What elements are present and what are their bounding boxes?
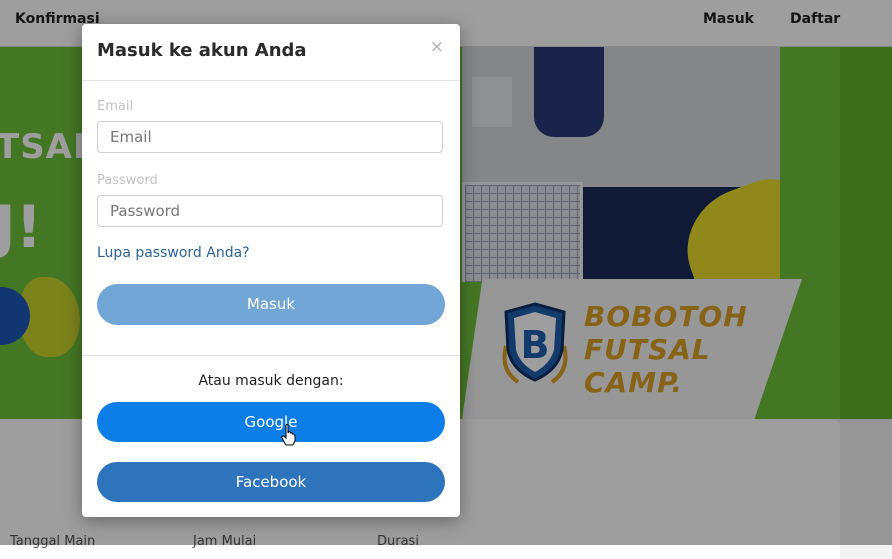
facebook-login-button[interactable]: Facebook [97, 462, 445, 502]
email-label: Email [97, 99, 134, 114]
password-label: Password [97, 173, 158, 188]
password-input[interactable] [97, 195, 443, 227]
email-input[interactable] [97, 121, 443, 153]
forgot-password-link[interactable]: Lupa password Anda? [97, 245, 250, 261]
modal-header: Masuk ke akun Anda × [82, 24, 460, 81]
modal-title: Masuk ke akun Anda [97, 40, 307, 61]
google-login-button[interactable]: Google [97, 402, 445, 442]
close-icon[interactable]: × [430, 37, 444, 57]
modal-divider [82, 355, 460, 356]
login-modal: Masuk ke akun Anda × Email Password Lupa… [82, 24, 460, 517]
hand-cursor-icon [281, 424, 296, 446]
login-submit-button[interactable]: Masuk [97, 284, 445, 325]
alt-login-text: Atau masuk dengan: [198, 373, 344, 389]
